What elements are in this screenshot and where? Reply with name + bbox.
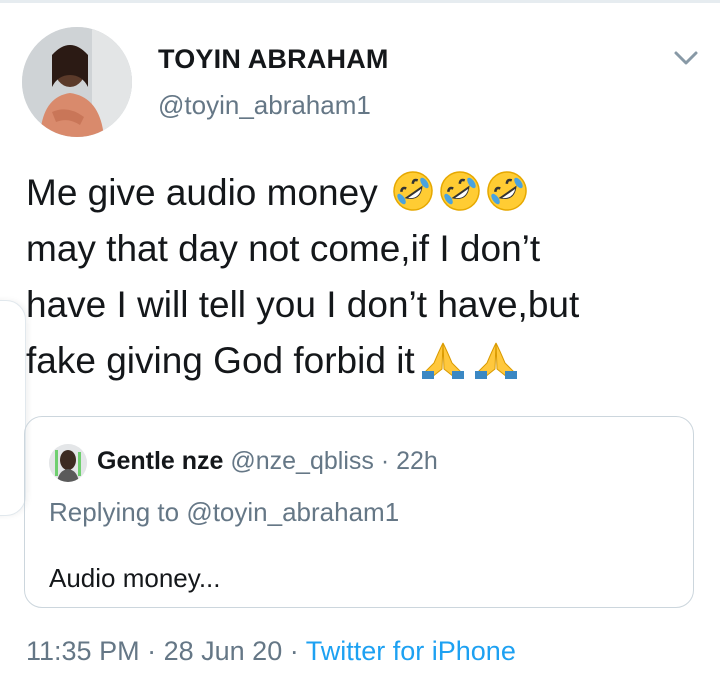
tweet-time: 11:35 PM <box>26 636 140 666</box>
author-avatar[interactable] <box>22 27 132 137</box>
tweet-text: Me give audio money may that day not com… <box>26 165 696 389</box>
rolling-on-floor-laughing-emoji <box>487 171 527 211</box>
tweet-line-1: Me give audio money <box>26 165 696 221</box>
tweet-line-4: fake giving God forbid it <box>26 333 696 389</box>
tweet-text-line-1: Me give audio money <box>26 172 378 213</box>
tweet-date: 28 Jun 20 <box>163 636 283 666</box>
quoted-author-avatar[interactable] <box>49 444 87 482</box>
replying-to-line: Replying to @toyin_abraham1 <box>49 497 399 528</box>
folded-hands-emoji <box>421 342 464 379</box>
tweet-text-line-4: fake giving God forbid it <box>26 340 415 381</box>
quoted-time: 22h <box>396 447 438 475</box>
quoted-tweet-header: Gentle nze @nze_qbliss · 22h <box>97 447 438 476</box>
footer-separator-2: · <box>289 636 299 666</box>
quoted-tweet-text: Audio money... <box>49 563 221 593</box>
tweet-line-3: have I will tell you I don’t have,but <box>26 284 580 325</box>
quoted-tweet-card[interactable]: Gentle nze @nze_qbliss · 22h Replying to… <box>24 416 694 608</box>
quoted-author-handle[interactable]: @nze_qbliss <box>230 447 374 475</box>
quoted-author-name[interactable]: Gentle nze <box>97 447 223 475</box>
replying-to-prefix: Replying to <box>49 497 180 527</box>
top-divider <box>0 0 720 3</box>
rolling-on-floor-laughing-emoji <box>440 171 480 211</box>
side-pull-tab[interactable] <box>0 300 26 516</box>
replying-to-handle[interactable]: @toyin_abraham1 <box>186 497 399 527</box>
author-avatar-image <box>22 27 132 137</box>
author-handle[interactable]: @toyin_abraham1 <box>158 90 371 121</box>
tweet-footer: 11:35 PM · 28 Jun 20 · Twitter for iPhon… <box>26 636 516 667</box>
author-name[interactable]: TOYIN ABRAHAM <box>158 44 389 75</box>
chevron-down-icon[interactable] <box>672 48 700 68</box>
tweet-line-2: may that day not come,if I don’t <box>26 228 541 269</box>
footer-separator-1: · <box>147 636 157 666</box>
quoted-avatar-image <box>49 444 87 482</box>
quoted-separator: · <box>380 447 390 475</box>
rolling-on-floor-laughing-emoji <box>393 171 433 211</box>
tweet-source-link[interactable]: Twitter for iPhone <box>306 636 516 666</box>
folded-hands-emoji <box>474 342 517 379</box>
